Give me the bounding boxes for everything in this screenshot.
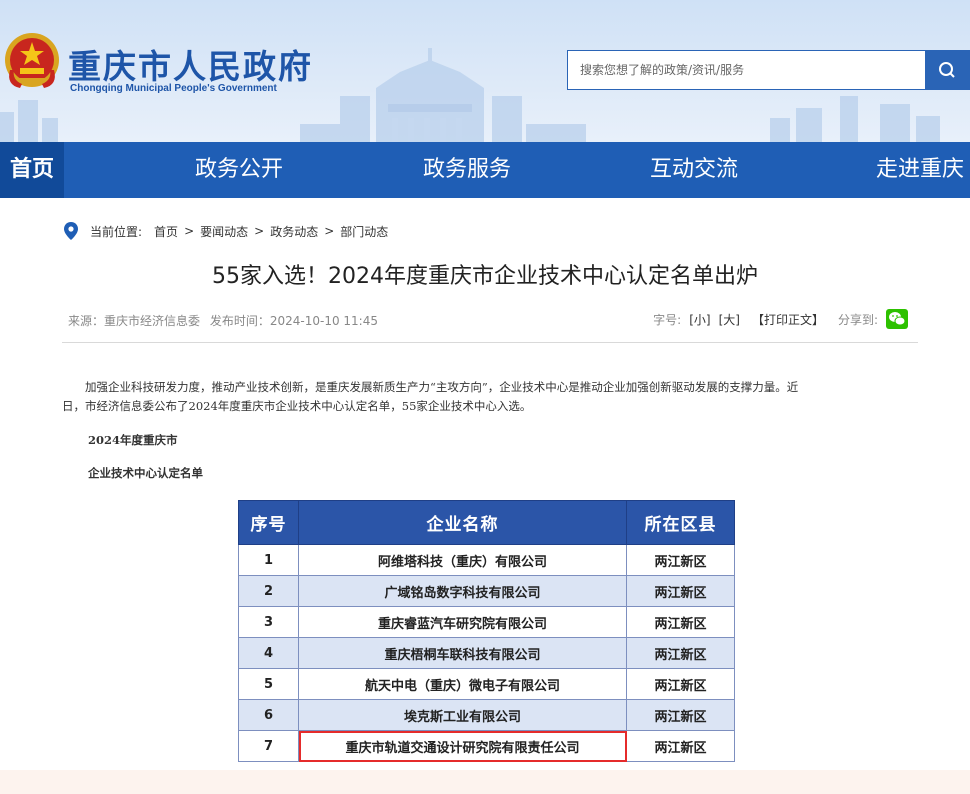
cell-index: 5 [238, 668, 299, 700]
cell-district: 两江新区 [626, 637, 735, 669]
header-index: 序号 [238, 500, 299, 545]
enterprise-table: 序号 企业名称 所在区县 1 阿维塔科技（重庆）有限公司 两江新区 2 广域铭岛… [238, 500, 735, 762]
site-logo-title[interactable]: 重庆市人民政府 [68, 40, 313, 88]
search-input[interactable] [568, 51, 926, 89]
table-row: 1 阿维塔科技（重庆）有限公司 两江新区 [238, 544, 735, 576]
print-button[interactable]: 【打印正文】 [752, 311, 824, 328]
wechat-share-icon[interactable] [886, 309, 908, 329]
cell-company-highlighted: 重庆市轨道交通设计研究院有限责任公司 [298, 730, 627, 762]
page-frame: 重庆市人民政府 Chongqing Municipal People's Gov… [0, 0, 970, 770]
cell-company: 埃克斯工业有限公司 [298, 699, 627, 731]
table-row: 6 埃克斯工业有限公司 两江新区 [238, 699, 735, 731]
cell-district: 两江新区 [626, 668, 735, 700]
article-publish-time: 发布时间：2024-10-10 11:45 [209, 314, 378, 328]
table-row: 7 重庆市轨道交通设计研究院有限责任公司 两江新区 [238, 730, 735, 762]
breadcrumb-dept-news[interactable]: 部门动态 [340, 223, 388, 240]
nav-interaction[interactable]: 互动交流 [650, 142, 738, 198]
header-district: 所在区县 [626, 500, 735, 545]
breadcrumb: 当前位置: 首页 > 要闻动态 > 政务动态 > 部门动态 [64, 222, 388, 240]
cell-district: 两江新区 [626, 575, 735, 607]
table-row: 2 广域铭岛数字科技有限公司 两江新区 [238, 575, 735, 607]
breadcrumb-separator: > [324, 224, 335, 238]
nav-government-services[interactable]: 政务服务 [423, 142, 511, 198]
breadcrumb-separator: > [184, 224, 195, 238]
cell-district: 两江新区 [626, 544, 735, 576]
font-size-label: 字号: [653, 312, 682, 327]
content-divider [62, 342, 918, 343]
cell-index: 2 [238, 575, 299, 607]
site-header: 重庆市人民政府 Chongqing Municipal People's Gov… [0, 0, 970, 142]
cell-index: 4 [238, 637, 299, 669]
site-logo-subtitle: Chongqing Municipal People's Government [70, 83, 277, 94]
article-source: 来源：重庆市经济信息委 [68, 314, 201, 328]
breadcrumb-separator: > [254, 224, 265, 238]
table-header-row: 序号 企业名称 所在区县 [238, 500, 735, 545]
article-title: 55家入选！2024年度重庆市企业技术中心认定名单出炉 [212, 264, 758, 289]
nav-about-chongqing[interactable]: 走进重庆 [876, 142, 964, 198]
cell-district: 两江新区 [626, 730, 735, 762]
cell-company: 广域铭岛数字科技有限公司 [298, 575, 627, 607]
font-small-button[interactable]: [小] [689, 311, 710, 328]
article-paragraph-line1: 加强企业科技研发力度，推动产业技术创新，是重庆发展新质生产力“主攻方向”，企业技… [85, 380, 799, 394]
breadcrumb-home[interactable]: 首页 [154, 223, 178, 240]
breadcrumb-label: 当前位置: [90, 224, 143, 239]
article-tools: 字号: [小] [大] 【打印正文】 分享到: [653, 308, 908, 330]
main-nav: 首页 政务公开 政务服务 互动交流 走进重庆 [0, 142, 970, 198]
nav-home[interactable]: 首页 [0, 142, 64, 198]
cell-index: 6 [238, 699, 299, 731]
breadcrumb-gov-news[interactable]: 政务动态 [270, 223, 318, 240]
table-row: 3 重庆睿蓝汽车研究院有限公司 两江新区 [238, 606, 735, 638]
cell-company: 阿维塔科技（重庆）有限公司 [298, 544, 627, 576]
cell-index: 7 [238, 730, 299, 762]
search-box [567, 50, 970, 90]
cell-district: 两江新区 [626, 606, 735, 638]
search-icon [939, 62, 955, 78]
article-paragraph-line2: 日，市经济信息委公布了2024年度重庆市企业技术中心认定名单，55家企业技术中心… [62, 399, 532, 413]
cell-index: 1 [238, 544, 299, 576]
cell-district: 两江新区 [626, 699, 735, 731]
table-row: 4 重庆梧桐车联科技有限公司 两江新区 [238, 637, 735, 669]
cell-company: 航天中电（重庆）微电子有限公司 [298, 668, 627, 700]
share-label: 分享到: [837, 312, 878, 327]
article-subtitle-list: 企业技术中心认定名单 [88, 466, 203, 480]
font-large-button[interactable]: [大] [719, 311, 740, 328]
table-row: 5 航天中电（重庆）微电子有限公司 两江新区 [238, 668, 735, 700]
cell-company: 重庆梧桐车联科技有限公司 [298, 637, 627, 669]
header-company: 企业名称 [298, 500, 627, 545]
cell-index: 3 [238, 606, 299, 638]
cell-company: 重庆睿蓝汽车研究院有限公司 [298, 606, 627, 638]
nav-government-affairs[interactable]: 政务公开 [195, 142, 283, 198]
search-button[interactable] [925, 51, 969, 89]
location-pin-icon [64, 222, 78, 240]
breadcrumb-news[interactable]: 要闻动态 [200, 223, 248, 240]
national-emblem-icon [5, 33, 59, 88]
article-meta: 来源：重庆市经济信息委 发布时间：2024-10-10 11:45 [68, 312, 384, 329]
article-subtitle-year: 2024年度重庆市 [88, 433, 178, 447]
